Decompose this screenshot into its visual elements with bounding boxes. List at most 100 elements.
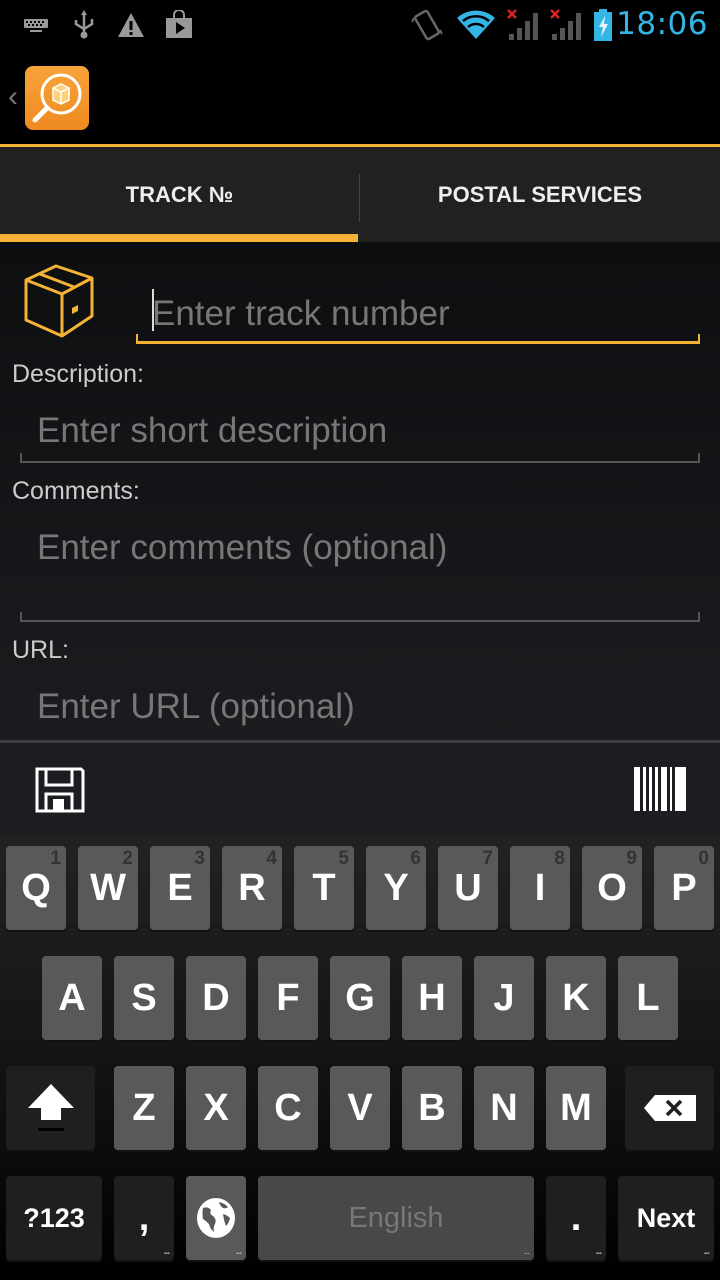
- key-o[interactable]: O9: [582, 846, 642, 930]
- key-label: I: [534, 866, 546, 909]
- url-input[interactable]: Enter URL (optional): [37, 687, 355, 727]
- action-bar: ‹: [0, 50, 720, 144]
- key-u[interactable]: U7: [438, 846, 498, 930]
- shift-arrow-icon: [27, 1084, 74, 1131]
- globe-icon: [197, 1198, 235, 1238]
- key-hint: 0: [698, 848, 709, 869]
- space-key[interactable]: English...: [258, 1176, 534, 1260]
- floppy-disk-icon: [35, 767, 85, 813]
- comments-underline: [20, 612, 700, 622]
- bottom-toolbar: [0, 740, 720, 836]
- tab-postal-services[interactable]: POSTAL SERVICES: [360, 147, 720, 242]
- clock: 18:06: [616, 6, 708, 42]
- key-hint: 1: [50, 848, 61, 869]
- description-underline: [20, 453, 700, 463]
- track-form: Enter track number Description: Enter sh…: [0, 242, 720, 742]
- app-logo-package-search-icon[interactable]: [25, 66, 89, 130]
- key-hint: 8: [554, 848, 565, 869]
- key-a[interactable]: A: [42, 956, 102, 1040]
- key-label: .: [570, 1196, 582, 1239]
- signal-no-service-icon: [505, 8, 541, 42]
- key-label: O: [597, 866, 627, 909]
- key-j[interactable]: J: [474, 956, 534, 1040]
- more-dots: ...: [163, 1246, 170, 1257]
- key-k[interactable]: K: [546, 956, 606, 1040]
- more-dots: ...: [703, 1246, 710, 1257]
- key-label: R: [238, 866, 266, 909]
- package-icon: [22, 264, 96, 345]
- more-dots: ...: [523, 1246, 530, 1257]
- period-key[interactable]: ....: [546, 1176, 606, 1260]
- key-x[interactable]: X: [186, 1066, 246, 1150]
- backspace-key[interactable]: [625, 1066, 714, 1150]
- description-input[interactable]: Enter short description: [37, 411, 387, 451]
- key-hint: 9: [626, 848, 637, 869]
- soft-keyboard: Q1 W2 E3 R4 T5 Y6 U7 I8 O9 P0 A S D F G …: [0, 836, 720, 1280]
- key-p[interactable]: P0: [654, 846, 714, 930]
- more-dots: ...: [235, 1246, 242, 1257]
- key-e[interactable]: E3: [150, 846, 210, 930]
- more-dots: ...: [595, 1246, 602, 1257]
- back-chevron-icon[interactable]: ‹: [8, 80, 18, 114]
- wifi-icon: [455, 8, 497, 42]
- key-y[interactable]: Y6: [366, 846, 426, 930]
- key-hint: 5: [338, 848, 349, 869]
- warning-icon: [116, 8, 146, 42]
- status-bar: 18:06: [0, 0, 720, 50]
- language-key[interactable]: ...: [186, 1176, 246, 1260]
- scan-barcode-button[interactable]: [634, 767, 686, 816]
- key-n[interactable]: N: [474, 1066, 534, 1150]
- play-store-icon: [165, 8, 193, 42]
- key-hint: 4: [266, 848, 277, 869]
- key-g[interactable]: G: [330, 956, 390, 1040]
- key-hint: 2: [122, 848, 133, 869]
- track-number-input[interactable]: Enter track number: [152, 294, 450, 334]
- key-h[interactable]: H: [402, 956, 462, 1040]
- key-w[interactable]: W2: [78, 846, 138, 930]
- key-hint: 3: [194, 848, 205, 869]
- comments-input[interactable]: Enter comments (optional): [37, 528, 447, 568]
- barcode-icon: [634, 767, 686, 811]
- key-label: E: [167, 866, 193, 909]
- key-i[interactable]: I8: [510, 846, 570, 930]
- key-label: Next: [636, 1202, 696, 1233]
- key-c[interactable]: C: [258, 1066, 318, 1150]
- key-label: T: [312, 866, 336, 909]
- key-b[interactable]: B: [402, 1066, 462, 1150]
- url-label: URL:: [12, 636, 69, 664]
- key-l[interactable]: L: [618, 956, 678, 1040]
- shift-key[interactable]: [6, 1066, 95, 1150]
- battery-charging-icon: [592, 8, 614, 42]
- key-label: Y: [383, 866, 409, 909]
- key-d[interactable]: D: [186, 956, 246, 1040]
- next-key[interactable]: Next...: [618, 1176, 714, 1260]
- keyboard-icon: [22, 8, 50, 42]
- key-s[interactable]: S: [114, 956, 174, 1040]
- description-label: Description:: [12, 360, 144, 388]
- key-t[interactable]: T5: [294, 846, 354, 930]
- signal-no-service-icon: [548, 8, 584, 42]
- key-hint: 7: [482, 848, 493, 869]
- usb-icon: [72, 8, 96, 42]
- key-m[interactable]: M: [546, 1066, 606, 1150]
- key-label: W: [90, 866, 126, 909]
- comma-key[interactable]: ,...: [114, 1176, 174, 1260]
- key-r[interactable]: R4: [222, 846, 282, 930]
- vibrate-icon: [410, 8, 444, 42]
- key-label: Q: [21, 866, 51, 909]
- key-v[interactable]: V: [330, 1066, 390, 1150]
- key-q[interactable]: Q1: [6, 846, 66, 930]
- save-button[interactable]: [35, 767, 85, 818]
- key-f[interactable]: F: [258, 956, 318, 1040]
- key-hint: 6: [410, 848, 421, 869]
- key-label: ,: [138, 1196, 150, 1239]
- key-z[interactable]: Z: [114, 1066, 174, 1150]
- key-label: P: [671, 866, 697, 909]
- tab-track-number[interactable]: TRACK №: [0, 147, 359, 242]
- tab-bar: TRACK № POSTAL SERVICES: [0, 144, 720, 245]
- space-label: English: [348, 1201, 444, 1234]
- backspace-icon: [643, 1095, 696, 1121]
- key-label: U: [454, 866, 482, 909]
- text-cursor: [152, 289, 154, 331]
- symbols-key[interactable]: ?123: [6, 1176, 102, 1260]
